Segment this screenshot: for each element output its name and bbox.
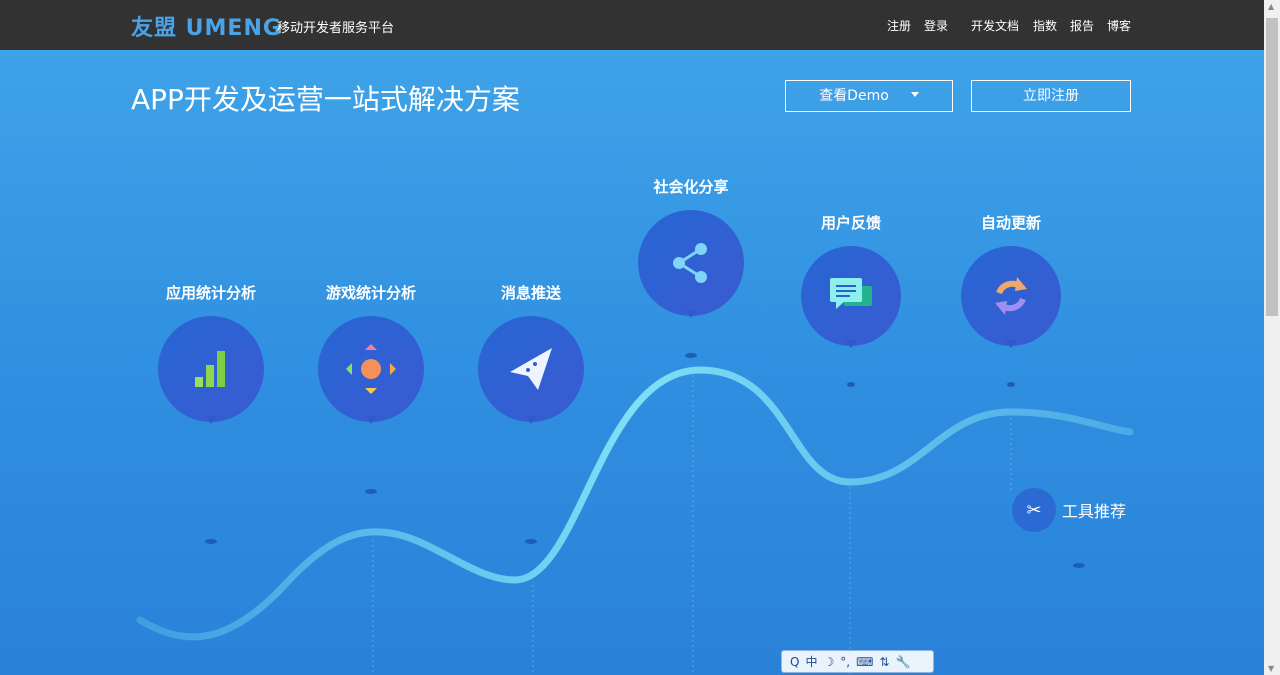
scrollbar-thumb[interactable]	[1266, 18, 1278, 316]
nav-docs[interactable]: 开发文档	[971, 17, 1019, 34]
nav-index[interactable]: 指数	[1033, 17, 1057, 34]
ime-toolbar[interactable]: Q 中 ☽ °, ⌨ ⇅ 🔧	[781, 650, 934, 673]
tools-label: 工具推荐	[1062, 502, 1127, 521]
ime-punctuation-icon[interactable]: °,	[840, 655, 850, 669]
shadow-dot	[847, 382, 855, 387]
register-button[interactable]: 立即注册	[971, 80, 1131, 112]
nav-register[interactable]: 注册	[887, 17, 911, 34]
shadow-dot	[685, 353, 697, 358]
gamepad-icon[interactable]	[318, 316, 424, 424]
chat-icon[interactable]	[801, 246, 901, 348]
scroll-down-icon[interactable]: ▼	[1268, 664, 1274, 673]
feature-game-analytics[interactable]: 游戏统计分析	[291, 282, 451, 424]
ime-keyboard-icon[interactable]: ⌨	[856, 655, 873, 669]
feature-label: 用户反馈	[820, 214, 881, 232]
feature-label: 自动更新	[980, 214, 1041, 232]
feature-app-analytics[interactable]: 应用统计分析	[131, 282, 291, 424]
feature-feedback[interactable]: 用户反馈	[771, 212, 931, 348]
shadow-dot	[1007, 382, 1015, 387]
caret-down-icon	[910, 91, 919, 101]
ime-switch-icon[interactable]: ⇅	[879, 655, 889, 669]
refresh-icon[interactable]	[961, 246, 1061, 348]
ime-settings-icon[interactable]: 🔧	[895, 655, 910, 669]
ime-moon-icon[interactable]: ☽	[823, 655, 834, 669]
page-title: APP开发及运营一站式解决方案	[131, 83, 520, 116]
feature-auto-update[interactable]: 自动更新	[931, 212, 1091, 348]
shadow-dot	[1073, 563, 1085, 568]
hero-section: APP开发及运营一站式解决方案 查看Demo 立即注册 应用统计分析 游戏统计分…	[0, 50, 1264, 675]
ime-chinese-toggle[interactable]: 中	[805, 653, 817, 670]
tools-recommend-link[interactable]: ✂ 工具推荐	[1012, 488, 1126, 532]
shadow-dot	[525, 539, 537, 544]
scroll-up-icon[interactable]: ▲	[1268, 2, 1274, 11]
paper-plane-icon[interactable]	[478, 316, 584, 424]
scrollbar[interactable]: ▲ ▼	[1264, 0, 1280, 675]
share-icon[interactable]	[638, 210, 744, 318]
nav-blog[interactable]: 博客	[1107, 17, 1131, 34]
logo-subtitle: 移动开发者服务平台	[277, 21, 395, 36]
bar-chart-icon[interactable]	[158, 316, 264, 424]
feature-label: 游戏统计分析	[325, 284, 416, 302]
ime-logo-icon[interactable]: Q	[790, 655, 799, 669]
tools-icon: ✂	[1012, 488, 1056, 532]
umeng-logo[interactable]: 友盟 UMENG	[131, 10, 282, 42]
view-demo-button[interactable]: 查看Demo	[785, 80, 953, 112]
feature-share[interactable]: 社会化分享	[611, 176, 771, 318]
shadow-dot	[205, 539, 217, 544]
top-bar: 友盟 UMENG 移动开发者服务平台 注册 登录 开发文档 指数 报告 博客	[0, 0, 1264, 50]
feature-push[interactable]: 消息推送	[451, 282, 611, 424]
nav-reports[interactable]: 报告	[1070, 17, 1094, 34]
nav-login[interactable]: 登录	[924, 17, 948, 34]
shadow-dot	[365, 489, 377, 494]
feature-label: 应用统计分析	[165, 284, 256, 302]
feature-label: 社会化分享	[653, 178, 729, 196]
feature-label: 消息推送	[500, 284, 561, 302]
view-demo-label: 查看Demo	[819, 88, 889, 104]
